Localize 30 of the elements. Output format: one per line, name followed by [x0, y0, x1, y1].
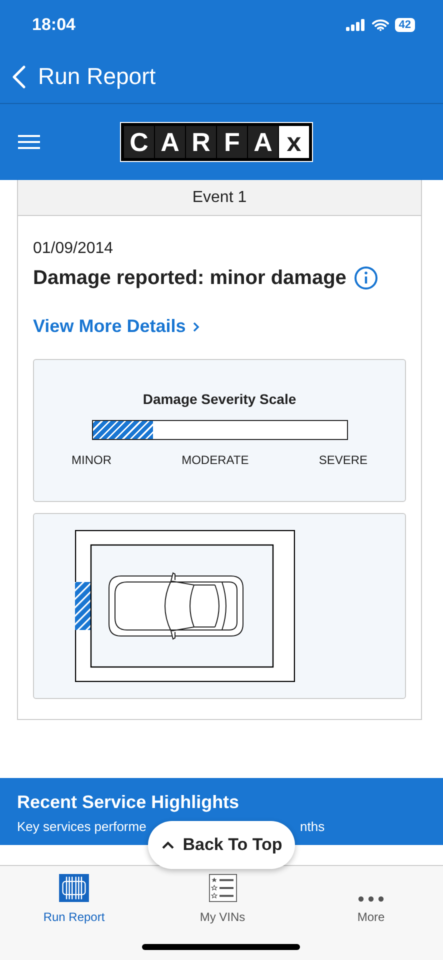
impact-zone: [74, 582, 90, 630]
event-date: 01/09/2014: [33, 240, 114, 258]
banner-title: Recent Service Highlights: [17, 792, 240, 813]
back-icon[interactable]: [12, 64, 26, 88]
severity-label: MODERATE: [182, 453, 249, 467]
nav-title: Run Report: [38, 63, 156, 90]
chevron-icon: [192, 320, 200, 332]
barcode-icon: [58, 874, 90, 902]
severity-title: Damage Severity Scale: [142, 391, 296, 407]
view-details-link[interactable]: View More Details: [33, 316, 200, 337]
status-time: 18:04: [32, 15, 76, 35]
logo: C A R F A x: [121, 123, 312, 161]
battery-indicator: 42: [394, 18, 415, 32]
severity-label: SEVERE: [318, 453, 368, 467]
event-title: Damage reported: minor damage: [33, 266, 346, 290]
more-icon: [358, 896, 384, 902]
tab[interactable]: More: [329, 874, 413, 924]
tab[interactable]: My VINs: [180, 874, 264, 924]
banner-subtitle: Key services performe: [17, 819, 145, 834]
signal-icon: [346, 19, 366, 31]
banner-subtitle: nths: [300, 819, 325, 834]
caret-icon: [160, 840, 175, 850]
tab[interactable]: Run Report: [32, 874, 116, 924]
list-icon: [206, 874, 238, 902]
menu-icon[interactable]: [18, 134, 40, 150]
event-header: Event 1: [18, 180, 421, 216]
wifi-icon: [372, 19, 389, 31]
severity-label: MINOR: [72, 453, 112, 467]
info-icon[interactable]: [354, 266, 378, 290]
back-to-top-button[interactable]: Back To Top: [148, 821, 295, 869]
